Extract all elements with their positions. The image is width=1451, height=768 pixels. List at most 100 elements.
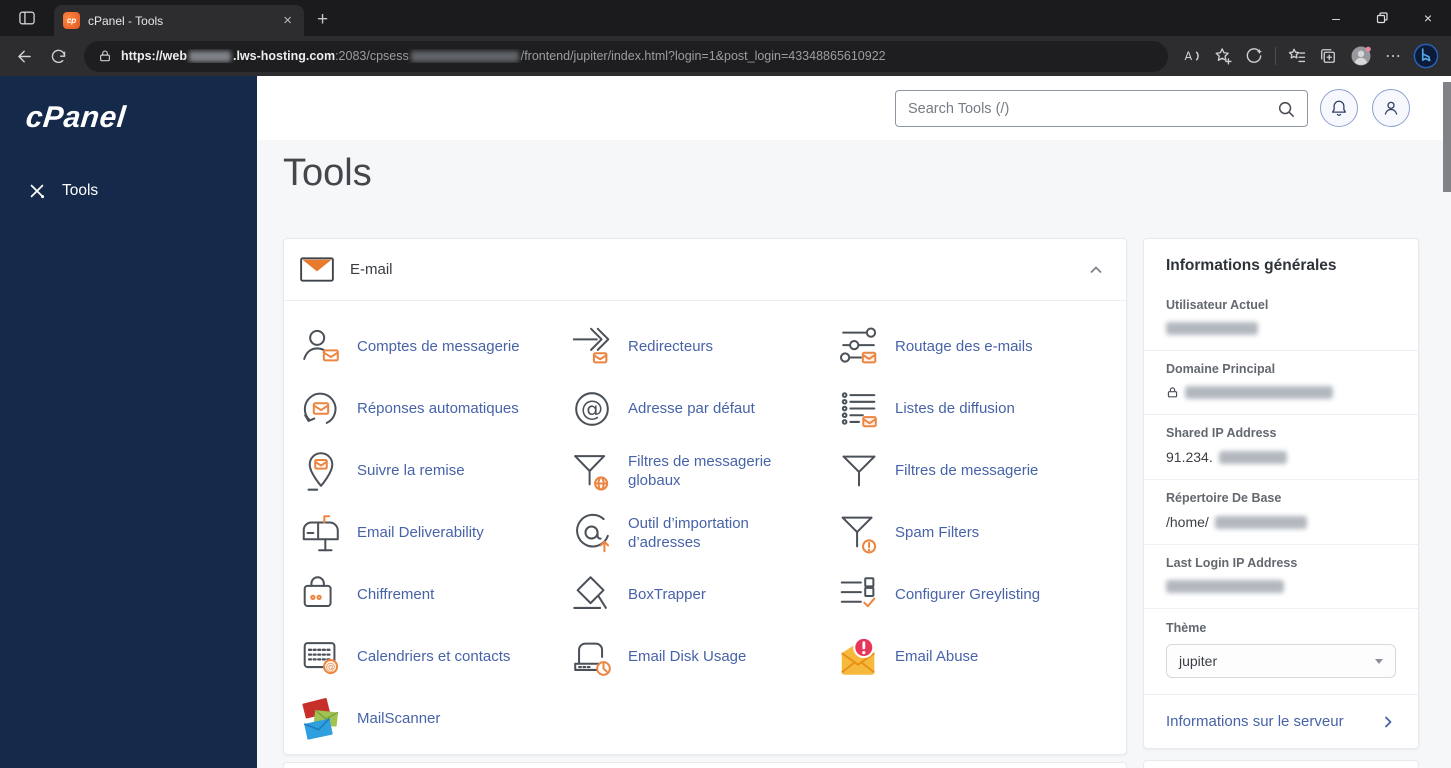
- tool-item[interactable]: Outil d’importation d’adresses: [569, 502, 836, 564]
- topbar: [257, 76, 1451, 140]
- info-row-label: Répertoire De Base: [1166, 491, 1282, 505]
- search-box[interactable]: [895, 90, 1308, 127]
- tool-link[interactable]: Spam Filters: [895, 523, 979, 543]
- search-icon[interactable]: [1277, 100, 1295, 118]
- info-row-label: Last Login IP Address: [1166, 556, 1298, 570]
- tool-link[interactable]: BoxTrapper: [628, 585, 706, 605]
- address-bar[interactable]: https://web .lws-hosting.com:2083/cpsess /…: [84, 40, 1168, 72]
- lock-icon[interactable]: [98, 49, 112, 63]
- tool-item[interactable]: Comptes de messagerie: [298, 316, 569, 378]
- main-content: Tools E-mail Comptes de messagerie Redire…: [257, 140, 1451, 768]
- browser-tab[interactable]: cp cPanel - Tools ×: [54, 5, 304, 36]
- page-title: Tools: [283, 152, 372, 194]
- tool-item[interactable]: Configurer Greylisting: [836, 564, 1126, 626]
- profile-avatar[interactable]: [1349, 44, 1373, 68]
- tool-link[interactable]: Chiffrement: [357, 585, 434, 605]
- browser-essentials-icon[interactable]: [1244, 46, 1264, 66]
- cpanel-logo[interactable]: cPanel: [24, 101, 259, 135]
- bing-chat-icon[interactable]: [1413, 43, 1439, 69]
- more-options-icon[interactable]: [1384, 47, 1402, 65]
- tool-link[interactable]: MailScanner: [357, 709, 440, 729]
- theme-label: Thème: [1166, 621, 1207, 635]
- tool-link[interactable]: Filtres de messagerie globaux: [628, 452, 810, 491]
- minimize-button[interactable]: –: [1313, 0, 1359, 36]
- search-input[interactable]: [908, 100, 1269, 117]
- spam-filters-icon: [836, 510, 882, 556]
- read-aloud-icon[interactable]: A: [1182, 46, 1202, 66]
- boxtrapper-icon: [569, 572, 615, 618]
- tool-item[interactable]: Email Deliverability: [298, 502, 569, 564]
- tool-item[interactable]: Suivre la remise: [298, 440, 569, 502]
- tool-item[interactable]: Email Abuse: [836, 626, 1126, 688]
- add-favorite-icon[interactable]: [1213, 46, 1233, 66]
- favorites-icon[interactable]: [1287, 46, 1307, 66]
- tool-item[interactable]: Redirecteurs: [569, 316, 836, 378]
- redacted-value: [1214, 515, 1307, 529]
- tool-link[interactable]: Adresse par défaut: [628, 399, 755, 419]
- email-tools-grid: Comptes de messagerie Redirecteurs Routage…: [284, 301, 1126, 750]
- tool-item[interactable]: Spam Filters: [836, 502, 1126, 564]
- value-text: /home/: [1166, 514, 1209, 530]
- server-info-link-row[interactable]: Informations sur le serveur: [1144, 694, 1418, 748]
- email-section-header[interactable]: E-mail: [284, 239, 1126, 301]
- restore-button[interactable]: [1359, 0, 1405, 36]
- caret-down-icon: [1375, 658, 1383, 664]
- tool-link[interactable]: Email Deliverability: [357, 523, 484, 543]
- theme-select[interactable]: jupiter: [1166, 644, 1396, 678]
- server-info-link[interactable]: Informations sur le serveur: [1166, 713, 1344, 730]
- collections-icon[interactable]: [1318, 46, 1338, 66]
- tool-item[interactable]: Réponses automatiques: [298, 378, 569, 440]
- close-button[interactable]: ×: [1405, 0, 1451, 36]
- tool-link[interactable]: Outil d’importation d’adresses: [628, 514, 810, 553]
- tool-item[interactable]: BoxTrapper: [569, 564, 836, 626]
- page-scrollbar[interactable]: [1443, 76, 1451, 768]
- tab-close-icon[interactable]: ×: [280, 12, 295, 29]
- tool-link[interactable]: Comptes de messagerie: [357, 337, 520, 357]
- next-panel-card-edge: [1143, 760, 1419, 768]
- window-controls: – ×: [1313, 0, 1451, 36]
- new-tab-button[interactable]: +: [317, 9, 328, 31]
- tool-link[interactable]: Filtres de messagerie: [895, 461, 1038, 481]
- refresh-button[interactable]: [42, 41, 74, 71]
- autoresponders-icon: [298, 386, 344, 432]
- tool-item[interactable]: Filtres de messagerie globaux: [569, 440, 836, 502]
- value-text: 91.234.: [1166, 449, 1213, 465]
- tool-link[interactable]: Configurer Greylisting: [895, 585, 1040, 605]
- tool-link[interactable]: Réponses automatiques: [357, 399, 519, 419]
- back-button[interactable]: [8, 41, 40, 71]
- svg-text:@: @: [326, 662, 336, 673]
- tool-link[interactable]: Email Disk Usage: [628, 647, 746, 667]
- browser-chrome: cp cPanel - Tools × + – × https://web .lw…: [0, 0, 1451, 76]
- email-abuse-icon: [836, 634, 882, 680]
- email-envelope-icon: [300, 257, 334, 282]
- collapse-section-button[interactable]: [1088, 262, 1104, 278]
- calendars-contacts-icon: @: [298, 634, 344, 680]
- tool-item[interactable]: Listes de diffusion: [836, 378, 1126, 440]
- sidebar-item-tools[interactable]: Tools: [27, 181, 257, 201]
- tool-item[interactable]: Chiffrement: [298, 564, 569, 626]
- address-importer-icon: [569, 510, 615, 556]
- notifications-button[interactable]: [1320, 89, 1358, 127]
- forwarders-icon: [569, 324, 615, 370]
- browser-titlebar: cp cPanel - Tools × + – ×: [0, 0, 1451, 36]
- tool-link[interactable]: Suivre la remise: [357, 461, 465, 481]
- tool-link[interactable]: Routage des e-mails: [895, 337, 1033, 357]
- lock-icon: [1166, 386, 1179, 399]
- tool-item[interactable]: Email Disk Usage: [569, 626, 836, 688]
- email-section-card: E-mail Comptes de messagerie Redirecteurs…: [283, 238, 1127, 755]
- tool-link[interactable]: Email Abuse: [895, 647, 978, 667]
- tool-link[interactable]: Redirecteurs: [628, 337, 713, 357]
- tool-link[interactable]: Calendriers et contacts: [357, 647, 510, 667]
- tab-actions-icon[interactable]: [12, 3, 42, 33]
- tool-item[interactable]: Filtres de messagerie: [836, 440, 1126, 502]
- account-button[interactable]: [1372, 89, 1410, 127]
- tool-item[interactable]: MailScanner: [298, 688, 569, 750]
- default-address-icon: @: [569, 386, 615, 432]
- tool-item[interactable]: @ Adresse par défaut: [569, 378, 836, 440]
- tool-link[interactable]: Listes de diffusion: [895, 399, 1015, 419]
- sidebar: cPanel Tools: [0, 76, 257, 768]
- info-row-value: [1166, 385, 1396, 400]
- tool-item[interactable]: @ Calendriers et contacts: [298, 626, 569, 688]
- scrollbar-thumb[interactable]: [1443, 82, 1451, 192]
- tool-item[interactable]: Routage des e-mails: [836, 316, 1126, 378]
